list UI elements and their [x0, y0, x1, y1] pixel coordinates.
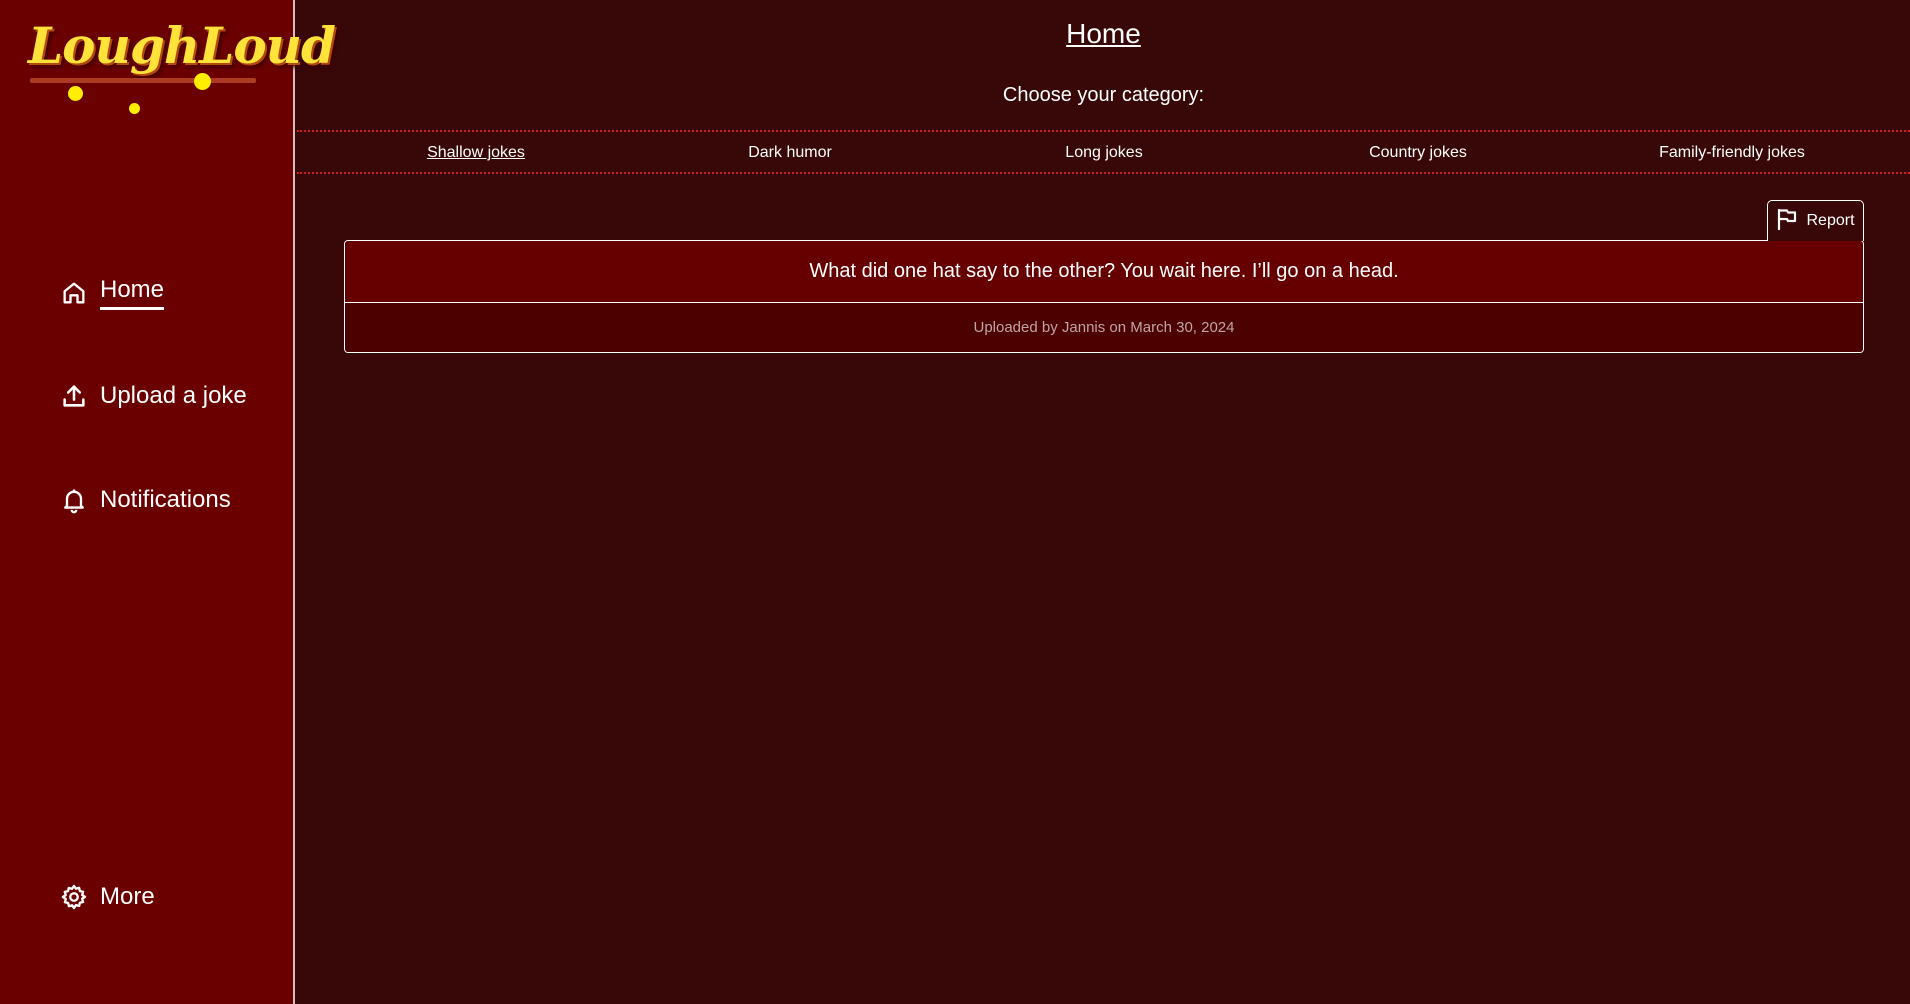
upload-icon [60, 382, 88, 410]
bell-icon [60, 486, 88, 514]
sidebar-item-label: More [100, 883, 155, 910]
category-long-jokes[interactable]: Long jokes [1065, 144, 1142, 162]
page-title: Home [1066, 18, 1141, 49]
sidebar: LoughLoud Home Upload a joke Notificatio… [0, 0, 336, 1004]
sidebar-item-upload[interactable]: Upload a joke [60, 382, 247, 410]
category-family-friendly-jokes[interactable]: Family-friendly jokes [1659, 144, 1805, 162]
logo-dot [129, 103, 140, 114]
joke-card: What did one hat say to the other? You w… [344, 240, 1864, 353]
sidebar-item-label: Home [100, 276, 165, 310]
logo[interactable]: LoughLoud [26, 8, 336, 118]
logo-text: LoughLoud [28, 16, 336, 75]
joke-meta: Uploaded by Jannis on March 30, 2024 [345, 303, 1863, 352]
sidebar-item-more[interactable]: More [60, 883, 155, 911]
sidebar-item-home[interactable]: Home [60, 276, 165, 310]
report-button[interactable]: Report [1767, 200, 1864, 241]
gear-icon [60, 883, 88, 911]
category-prompt: Choose your category: [1002, 84, 1205, 106]
flag-icon [1776, 207, 1798, 236]
logo-dot [194, 73, 211, 90]
home-icon [60, 279, 88, 307]
sidebar-item-label: Notifications [100, 486, 231, 513]
category-country-jokes[interactable]: Country jokes [1369, 144, 1467, 162]
category-shallow-jokes[interactable]: Shallow jokes [427, 144, 525, 162]
logo-dot [68, 86, 83, 101]
sidebar-item-notifications[interactable]: Notifications [60, 486, 231, 514]
app: LoughLoud Home Upload a joke Notificatio… [0, 0, 1910, 1004]
sidebar-item-label: Upload a joke [100, 382, 247, 409]
main-content: Home Choose your category: Shallow jokes… [297, 0, 1910, 1004]
joke-text: What did one hat say to the other? You w… [345, 241, 1863, 303]
category-bar: Shallow jokes Dark humor Long jokes Coun… [297, 130, 1910, 174]
category-dark-humor[interactable]: Dark humor [748, 144, 832, 162]
logo-underline [30, 78, 256, 83]
report-label: Report [1806, 212, 1855, 229]
